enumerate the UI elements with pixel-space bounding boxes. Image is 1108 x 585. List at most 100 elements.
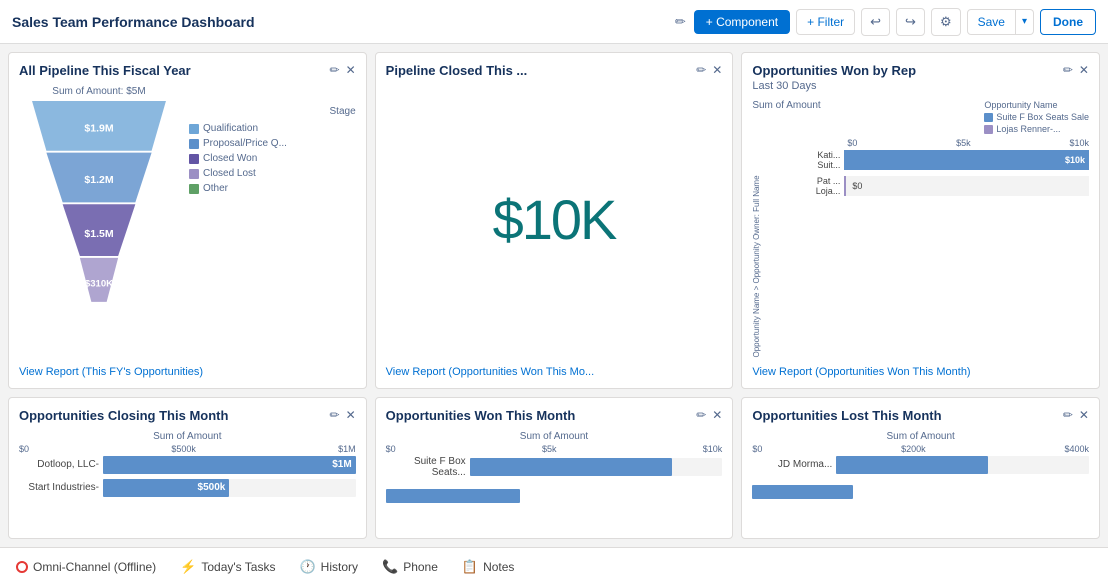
bar-label: Kati... Suit... <box>770 150 840 170</box>
bottom-bar: Omni-Channel (Offline) ⚡ Today's Tasks 🕐… <box>0 547 1108 585</box>
clock-icon: 🕐 <box>299 559 315 575</box>
edit-icon[interactable]: ✏ <box>1063 63 1073 77</box>
legend-title: Opportunity Name <box>984 100 1089 110</box>
funnel-legend: Stage Qualification Proposal/Price Q... … <box>189 106 356 194</box>
card-actions: ✏ ✕ <box>696 63 722 77</box>
card-footer: View Report (This FY's Opportunities) <box>19 358 356 378</box>
close-icon[interactable]: ✕ <box>1079 63 1089 77</box>
notes-item[interactable]: 📋 Notes <box>462 559 515 575</box>
todays-tasks-item[interactable]: ⚡ Today's Tasks <box>180 559 275 575</box>
card-actions: ✏ ✕ <box>330 408 356 422</box>
partial-row <box>752 485 1089 499</box>
bar-value: $500k <box>198 482 226 493</box>
todays-tasks-label: Today's Tasks <box>201 560 275 574</box>
filter-button[interactable]: + Filter <box>796 9 855 35</box>
legend-swatch <box>189 154 199 164</box>
lightning-icon: ⚡ <box>180 559 196 575</box>
axis-tick: $0 <box>19 444 29 454</box>
omni-channel-status[interactable]: Omni-Channel (Offline) <box>16 560 156 574</box>
funnel-svg: $1.9M $1.2M $1.5M $310K <box>19 101 179 321</box>
edit-icon[interactable]: ✏ <box>1063 408 1073 422</box>
legend-label: Proposal/Price Q... <box>203 138 287 149</box>
big-number: $10K <box>386 82 723 358</box>
won-by-rep-chart: Sum of Amount Opportunity Name Suite F B… <box>752 100 1089 358</box>
bar-track: $500k <box>103 479 356 497</box>
svg-text:$1.5M: $1.5M <box>84 228 113 240</box>
won-rep-subtitle: Last 30 Days <box>752 80 916 92</box>
header-actions: + Component + Filter ↩ ↪ ⚙ Save ▾ Done <box>694 8 1096 36</box>
phone-item[interactable]: 📞 Phone <box>382 559 438 575</box>
bar-row: Start Industries- $500k <box>19 479 356 497</box>
axis-tick: $5k <box>956 138 971 148</box>
sum-label: Sum of Amount <box>386 431 723 442</box>
history-item[interactable]: 🕐 History <box>299 559 358 575</box>
y-axis-label: Opportunity Name > Opportunity Owner: Fu… <box>752 150 766 358</box>
bar-chart: Sum of Amount $0 $5k $10k Suite F Box Se… <box>386 431 723 528</box>
axis-tick: $5k <box>542 444 557 454</box>
card-header: Opportunities Won This Month ✏ ✕ <box>386 408 723 423</box>
view-report-link[interactable]: View Report (Opportunities Won This Mont… <box>752 366 970 378</box>
close-icon[interactable]: ✕ <box>712 408 722 422</box>
card-actions: ✏ ✕ <box>696 408 722 422</box>
bar-fill <box>386 489 521 503</box>
card-header: Opportunities Won by Rep Last 30 Days ✏ … <box>752 63 1089 92</box>
funnel-chart: Sum of Amount: $5M $1.9M $1.2M $1.5M $31… <box>19 86 179 324</box>
card-footer: View Report (Opportunities Won This Mont… <box>752 358 1089 378</box>
axis-tick: $0 <box>847 138 857 148</box>
history-label: History <box>321 560 358 574</box>
funnel-container: Sum of Amount: $5M $1.9M $1.2M $1.5M $31… <box>19 86 356 358</box>
bar-track: $1M <box>103 456 356 474</box>
view-report-link[interactable]: View Report (This FY's Opportunities) <box>19 366 203 378</box>
funnel-sum-label: Sum of Amount: $5M <box>19 86 179 97</box>
bar-track: $0 <box>844 176 1089 196</box>
done-button[interactable]: Done <box>1040 9 1096 35</box>
axis-tick: $200k <box>901 444 926 454</box>
card-actions: ✏ ✕ <box>1063 408 1089 422</box>
undo-button[interactable]: ↩ <box>861 8 890 36</box>
edit-icon[interactable]: ✏ <box>696 63 706 77</box>
edit-icon[interactable]: ✏ <box>675 14 686 30</box>
axis-tick: $1M <box>338 444 356 454</box>
dashboard-grid: All Pipeline This Fiscal Year ✏ ✕ Sum of… <box>0 44 1108 547</box>
legend-item-proposal: Proposal/Price Q... <box>189 138 356 149</box>
axis-labels: $0 $500k $1M <box>19 444 356 454</box>
legend-swatch <box>984 125 993 134</box>
add-component-button[interactable]: + Component <box>694 10 790 34</box>
card-header: All Pipeline This Fiscal Year ✏ ✕ <box>19 63 356 78</box>
close-icon[interactable]: ✕ <box>346 63 356 77</box>
bar-fill-partial <box>752 485 853 499</box>
close-icon[interactable]: ✕ <box>712 63 722 77</box>
sum-label: Sum of Amount <box>19 431 356 442</box>
legend-swatch <box>189 139 199 149</box>
bar-row: Dotloop, LLC- $1M <box>19 456 356 474</box>
card-title-group: Opportunities Won by Rep Last 30 Days <box>752 63 916 92</box>
edit-icon[interactable]: ✏ <box>696 408 706 422</box>
save-button[interactable]: Save <box>967 9 1016 35</box>
bar-rows: Kati... Suit... $10k Pat ... <box>770 150 1089 358</box>
close-icon[interactable]: ✕ <box>346 408 356 422</box>
all-pipeline-title: All Pipeline This Fiscal Year <box>19 63 191 78</box>
bar-fill: $1M <box>103 456 356 474</box>
edit-icon[interactable]: ✏ <box>330 408 340 422</box>
bar-value-zero: $0 <box>852 181 862 191</box>
bar-value: $10k <box>1065 155 1085 165</box>
bar-label: Suite F Box Seats... <box>386 456 466 478</box>
view-report-link[interactable]: View Report (Opportunities Won This Mo..… <box>386 366 594 378</box>
bar-label: JD Morma... <box>752 459 832 470</box>
chart-with-y-label: Opportunity Name > Opportunity Owner: Fu… <box>752 150 1089 358</box>
card-header: Opportunities Lost This Month ✏ ✕ <box>752 408 1089 423</box>
save-dropdown-button[interactable]: ▾ <box>1016 9 1034 35</box>
card-header: Opportunities Closing This Month ✏ ✕ <box>19 408 356 423</box>
opportunities-won-rep-card: Opportunities Won by Rep Last 30 Days ✏ … <box>741 52 1100 389</box>
svg-text:$1.9M: $1.9M <box>84 123 113 135</box>
settings-button[interactable]: ⚙ <box>931 8 961 36</box>
bar-fill: $10k <box>844 150 1089 170</box>
close-icon[interactable]: ✕ <box>1079 408 1089 422</box>
bar-label: Dotloop, LLC- <box>19 459 99 470</box>
redo-button[interactable]: ↪ <box>896 8 925 36</box>
card-actions: ✏ ✕ <box>1063 63 1089 77</box>
pipeline-closed-title: Pipeline Closed This ... <box>386 63 528 78</box>
bar-label: Pat ... Loja... <box>770 176 840 196</box>
won-rep-title: Opportunities Won by Rep <box>752 63 916 78</box>
edit-icon[interactable]: ✏ <box>330 63 340 77</box>
